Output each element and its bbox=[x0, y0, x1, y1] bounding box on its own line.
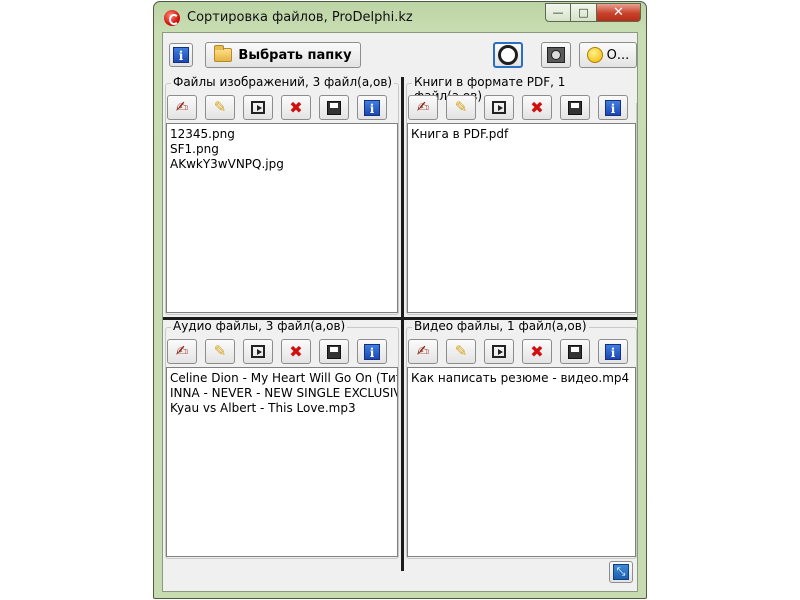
panel-video: Видео файлы, 1 файл(а,ов) ✍ ✎ ✖ i Как написат… bbox=[406, 319, 637, 559]
about-label: О... bbox=[606, 47, 630, 63]
move-icon bbox=[251, 101, 265, 114]
select-folder-label: Выбрать папку bbox=[238, 47, 352, 63]
run-icon: ✍ bbox=[416, 342, 430, 360]
delete-button[interactable]: ✖ bbox=[522, 95, 552, 120]
title-bar[interactable]: Сортировка файлов, ProDelphi.kz — □ ✕ bbox=[154, 2, 646, 34]
delete-icon: ✖ bbox=[289, 97, 303, 117]
client-area: i Выбрать папку О... Файлы изображений, … bbox=[162, 32, 638, 592]
move-icon bbox=[492, 101, 506, 114]
delete-icon: ✖ bbox=[530, 341, 544, 361]
move-button[interactable] bbox=[243, 339, 273, 364]
vertical-splitter[interactable] bbox=[401, 77, 404, 571]
about-button[interactable]: О... bbox=[579, 42, 637, 68]
list-item[interactable]: Kyau vs Albert - This Love.mp3 bbox=[170, 401, 394, 416]
close-button[interactable]: ✕ bbox=[597, 3, 641, 22]
info-button[interactable]: i bbox=[357, 95, 387, 120]
edit-icon: ✎ bbox=[454, 342, 468, 360]
info-icon: i bbox=[173, 47, 189, 63]
list-item[interactable]: Celine Dion - My Heart Will Go On (Тита bbox=[170, 371, 397, 386]
info-button[interactable]: i bbox=[598, 95, 628, 120]
save-icon bbox=[568, 344, 582, 359]
move-button[interactable] bbox=[243, 95, 273, 120]
delete-button[interactable]: ✖ bbox=[522, 339, 552, 364]
list-item[interactable]: Как написать резюме - видео.mp4 bbox=[411, 371, 632, 386]
panel-title: Видео файлы, 1 файл(а,ов) bbox=[412, 319, 589, 333]
horizontal-splitter[interactable] bbox=[163, 317, 637, 320]
run-button[interactable]: ✍ bbox=[167, 339, 197, 364]
caption-buttons: — □ ✕ bbox=[545, 3, 641, 22]
screenshot-button[interactable] bbox=[541, 42, 571, 68]
expand-arrows-icon: ⤡ bbox=[613, 564, 629, 580]
edit-icon: ✎ bbox=[213, 342, 227, 360]
panel-pdf-books: Книги в формате PDF, 1 файл(а,ов)✍✎✖iКни… bbox=[406, 75, 637, 315]
list-item[interactable]: 12345.png bbox=[170, 127, 394, 142]
save-button[interactable] bbox=[560, 95, 590, 120]
app-window: Сортировка файлов, ProDelphi.kz — □ ✕ i … bbox=[153, 1, 647, 599]
save-icon bbox=[327, 344, 341, 359]
save-button[interactable] bbox=[319, 339, 349, 364]
list-item[interactable]: Книга в PDF.pdf bbox=[411, 127, 632, 142]
delete-button[interactable]: ✖ bbox=[281, 339, 311, 364]
delete-icon: ✖ bbox=[289, 341, 303, 361]
edit-button[interactable]: ✎ bbox=[446, 339, 476, 364]
save-icon bbox=[327, 100, 341, 115]
edit-button[interactable]: ✎ bbox=[446, 95, 476, 120]
file-listbox[interactable]: Как написать резюме - видео.mp4 bbox=[407, 367, 636, 557]
file-listbox[interactable]: Celine Dion - My Heart Will Go On (Тита I… bbox=[166, 367, 398, 557]
edit-icon: ✎ bbox=[213, 98, 227, 116]
panel-title: Аудио файлы, 3 файл(а,ов) bbox=[171, 319, 348, 333]
maximize-button[interactable]: □ bbox=[571, 3, 597, 22]
refresh-icon bbox=[498, 45, 518, 65]
panel-audio: Аудио файлы, 3 файл(а,ов) ✍ ✎ ✖ i Celine Dion… bbox=[165, 319, 399, 559]
info-button[interactable]: i bbox=[169, 43, 193, 67]
run-icon: ✍ bbox=[175, 98, 189, 116]
save-button[interactable] bbox=[319, 95, 349, 120]
move-button[interactable] bbox=[484, 339, 514, 364]
edit-icon: ✎ bbox=[454, 98, 468, 116]
smiley-icon bbox=[586, 47, 603, 63]
run-icon: ✍ bbox=[416, 98, 430, 116]
panel-title: Файлы изображений, 3 файл(а,ов) bbox=[171, 75, 395, 89]
info-icon: i bbox=[364, 99, 380, 116]
run-button[interactable]: ✍ bbox=[408, 95, 438, 120]
list-item[interactable]: INNA - NEVER - NEW SINGLE EXCLUSIVE bbox=[170, 386, 397, 401]
list-item[interactable]: AKwkY3wVNPQ.jpg bbox=[170, 157, 394, 172]
move-button[interactable] bbox=[484, 95, 514, 120]
list-item[interactable]: SF1.png bbox=[170, 142, 394, 157]
edit-button[interactable]: ✎ bbox=[205, 95, 235, 120]
run-button[interactable]: ✍ bbox=[167, 95, 197, 120]
info-button[interactable]: i bbox=[598, 339, 628, 364]
window-title: Сортировка файлов, ProDelphi.kz bbox=[187, 10, 413, 25]
info-button[interactable]: i bbox=[357, 339, 387, 364]
save-icon bbox=[568, 100, 582, 115]
folder-icon bbox=[214, 45, 233, 62]
move-icon bbox=[251, 345, 265, 358]
minimize-button[interactable]: — bbox=[545, 3, 571, 22]
move-icon bbox=[492, 345, 506, 358]
info-icon: i bbox=[364, 343, 380, 360]
delete-button[interactable]: ✖ bbox=[281, 95, 311, 120]
file-listbox[interactable]: Книга в PDF.pdf bbox=[407, 123, 636, 313]
app-icon[interactable] bbox=[164, 10, 180, 26]
run-icon: ✍ bbox=[175, 342, 189, 360]
edit-button[interactable]: ✎ bbox=[205, 339, 235, 364]
resize-grip-button[interactable]: ⤡ bbox=[609, 561, 633, 583]
camera-icon bbox=[547, 47, 565, 63]
delete-icon: ✖ bbox=[530, 97, 544, 117]
panel-images: Файлы изображений, 3 файл(а,ов) ✍ ✎ ✖ i 12345… bbox=[165, 75, 399, 315]
refresh-button[interactable] bbox=[493, 42, 523, 68]
file-listbox[interactable]: 12345.png SF1.png AKwkY3wVNPQ.jpg bbox=[166, 123, 398, 313]
info-icon: i bbox=[605, 343, 621, 360]
select-folder-button[interactable]: Выбрать папку bbox=[205, 42, 361, 68]
info-icon: i bbox=[605, 99, 621, 116]
run-button[interactable]: ✍ bbox=[408, 339, 438, 364]
save-button[interactable] bbox=[560, 339, 590, 364]
